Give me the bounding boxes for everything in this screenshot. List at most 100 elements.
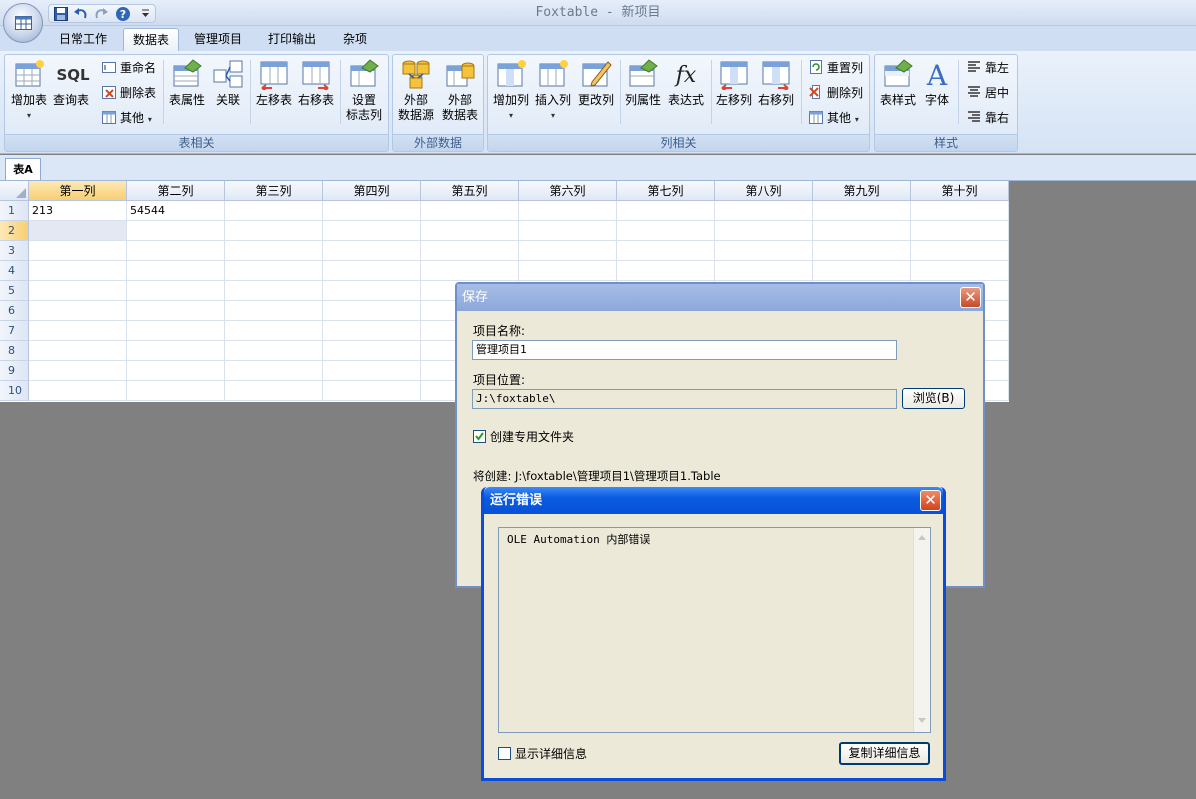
scroll-up-icon[interactable] [916, 531, 928, 545]
grid-cell[interactable] [911, 261, 1009, 281]
grid-cell[interactable] [127, 241, 225, 261]
tab-data-table[interactable]: 数据表 [123, 28, 179, 51]
row-header[interactable]: 6 [0, 301, 29, 321]
grid-cell[interactable] [421, 241, 519, 261]
copy-details-button[interactable]: 复制详细信息 [839, 742, 930, 765]
create-folder-checkbox[interactable] [473, 430, 486, 443]
grid-cell[interactable] [715, 221, 813, 241]
grid-cell[interactable] [29, 221, 127, 241]
error-scrollbar[interactable] [913, 528, 930, 732]
grid-cell[interactable] [29, 301, 127, 321]
grid-cell[interactable] [127, 321, 225, 341]
grid-cell[interactable] [225, 381, 323, 401]
grid-cell[interactable] [127, 381, 225, 401]
grid-cell[interactable] [29, 381, 127, 401]
column-header[interactable]: 第五列 [421, 181, 519, 201]
delete-column-button[interactable]: 删除列 [808, 83, 863, 103]
grid-cell[interactable] [225, 321, 323, 341]
sheet-tab-table-a[interactable]: 表A [5, 158, 41, 180]
align-center-button[interactable]: 居中 [966, 83, 1009, 103]
column-header[interactable]: 第十列 [911, 181, 1009, 201]
grid-cell[interactable] [519, 201, 617, 221]
row-header[interactable]: 2 [0, 221, 29, 241]
grid-cell[interactable] [127, 301, 225, 321]
column-other-button[interactable]: 其他 ▾ [808, 108, 859, 128]
grid-cell[interactable] [519, 221, 617, 241]
grid-cell[interactable] [519, 241, 617, 261]
grid-cell[interactable] [421, 261, 519, 281]
tab-daily-work[interactable]: 日常工作 [48, 28, 118, 51]
grid-cell[interactable]: 213 [29, 201, 127, 221]
relation-button[interactable]: 关联 [209, 56, 247, 128]
grid-corner[interactable] [0, 181, 29, 201]
move-column-left-button[interactable]: 左移列 [713, 56, 755, 128]
tab-print-output[interactable]: 打印输出 [258, 28, 326, 51]
grid-cell[interactable] [715, 201, 813, 221]
grid-cell[interactable] [225, 241, 323, 261]
grid-cell[interactable] [323, 281, 421, 301]
grid-cell[interactable] [617, 241, 715, 261]
add-column-button[interactable]: 增加列 ▾ [490, 56, 532, 128]
column-properties-button[interactable]: 列属性 [622, 56, 664, 128]
row-header[interactable]: 1 [0, 201, 29, 221]
grid-cell[interactable] [421, 221, 519, 241]
grid-cell[interactable] [911, 201, 1009, 221]
grid-cell[interactable] [127, 261, 225, 281]
save-icon[interactable] [53, 6, 71, 22]
row-header[interactable]: 3 [0, 241, 29, 261]
grid-cell[interactable] [617, 201, 715, 221]
table-other-button[interactable]: 其他 ▾ [101, 108, 152, 128]
column-header[interactable]: 第一列 [29, 181, 127, 201]
grid-cell[interactable] [813, 221, 911, 241]
grid-cell[interactable] [29, 281, 127, 301]
tab-misc[interactable]: 杂项 [333, 28, 377, 51]
table-style-button[interactable]: 表样式 [876, 56, 920, 128]
show-details-checkbox[interactable] [498, 747, 511, 760]
undo-icon[interactable] [73, 6, 91, 22]
browse-button[interactable]: 浏览(B) [902, 388, 965, 409]
grid-cell[interactable] [225, 261, 323, 281]
project-name-input[interactable]: 管理项目1 [472, 340, 897, 360]
application-menu-button[interactable] [3, 3, 43, 43]
move-table-left-button[interactable]: 左移表 [253, 56, 295, 128]
move-column-right-button[interactable]: 右移列 [755, 56, 797, 128]
row-header[interactable]: 8 [0, 341, 29, 361]
grid-cell[interactable] [323, 361, 421, 381]
grid-cell[interactable] [29, 261, 127, 281]
grid-cell[interactable] [715, 261, 813, 281]
error-dialog-close-button[interactable]: ✕ [920, 490, 941, 511]
grid-cell[interactable] [323, 321, 421, 341]
insert-column-button[interactable]: 插入列 ▾ [532, 56, 574, 128]
grid-cell[interactable] [29, 241, 127, 261]
align-right-button[interactable]: 靠右 [966, 108, 1009, 128]
grid-cell[interactable] [323, 201, 421, 221]
row-header[interactable]: 7 [0, 321, 29, 341]
delete-table-button[interactable]: 删除表 [101, 83, 156, 103]
grid-cell[interactable] [127, 221, 225, 241]
tab-manage-project[interactable]: 管理项目 [184, 28, 252, 51]
grid-cell[interactable] [225, 361, 323, 381]
external-source-button[interactable]: 外部 数据源 [394, 56, 438, 128]
grid-cell[interactable] [323, 261, 421, 281]
set-flag-column-button[interactable]: 设置 标志列 [342, 56, 386, 128]
column-header[interactable]: 第三列 [225, 181, 323, 201]
grid-cell[interactable] [421, 201, 519, 221]
grid-cell[interactable] [911, 241, 1009, 261]
table-properties-button[interactable]: 表属性 [166, 56, 208, 128]
grid-cell[interactable] [911, 221, 1009, 241]
grid-cell[interactable] [813, 241, 911, 261]
grid-cell[interactable] [127, 361, 225, 381]
grid-cell[interactable] [813, 201, 911, 221]
row-header[interactable]: 4 [0, 261, 29, 281]
add-table-button[interactable]: 增加表 ▾ [8, 56, 50, 128]
grid-cell[interactable] [323, 381, 421, 401]
error-message-box[interactable]: OLE Automation 内部错误 [498, 527, 931, 733]
grid-cell[interactable] [519, 261, 617, 281]
grid-cell[interactable] [225, 221, 323, 241]
grid-cell[interactable] [323, 241, 421, 261]
column-header[interactable]: 第八列 [715, 181, 813, 201]
grid-cell[interactable] [617, 221, 715, 241]
project-location-input[interactable]: J:\foxtable\ [472, 389, 897, 409]
grid-cell[interactable] [225, 281, 323, 301]
grid-cell[interactable] [225, 341, 323, 361]
